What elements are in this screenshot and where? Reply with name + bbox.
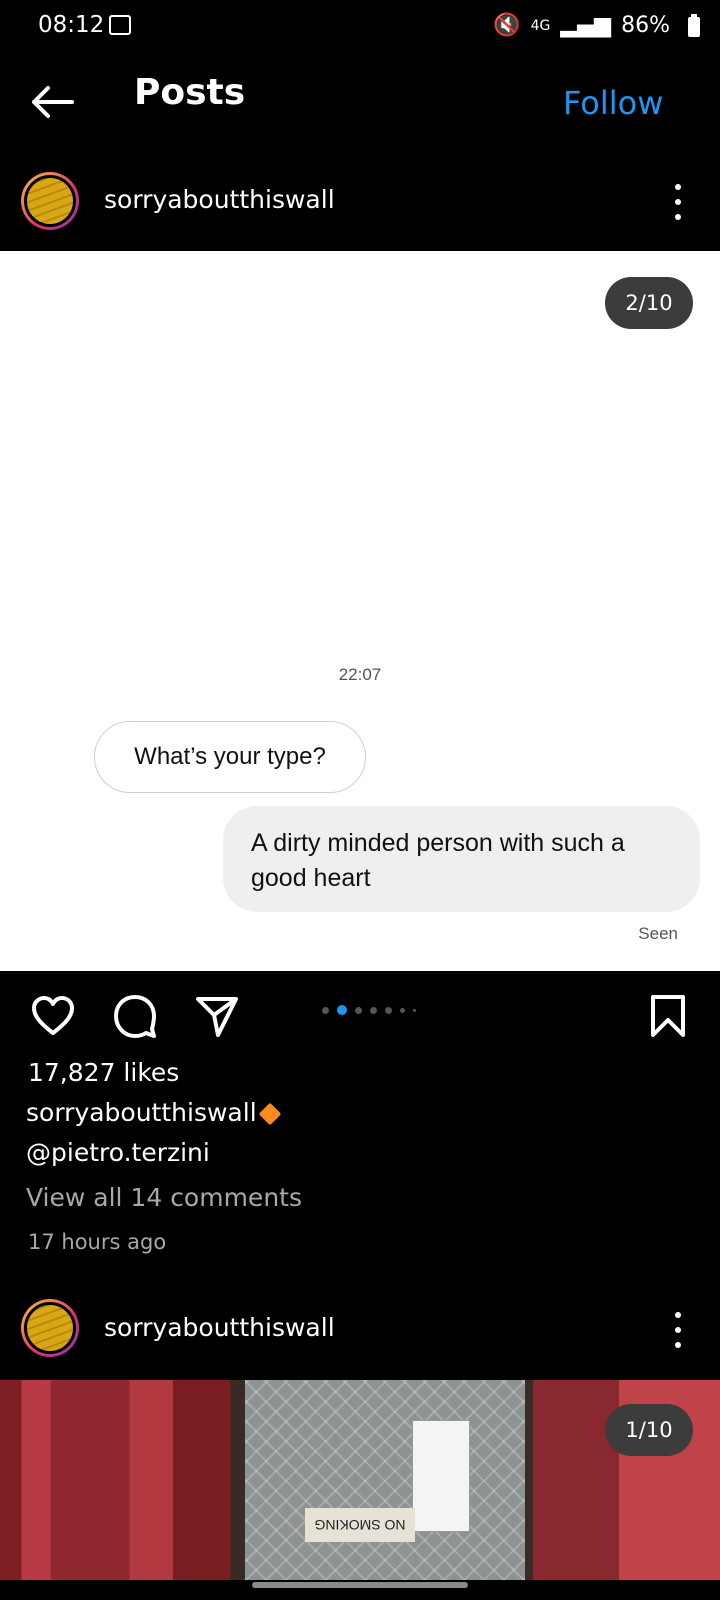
comment-button[interactable] (112, 993, 158, 1039)
carousel-indicator (322, 1005, 416, 1015)
gallery-notification-icon (109, 15, 131, 35)
incoming-message-bubble: What’s your type? (94, 721, 366, 793)
outgoing-message-bubble: A dirty minded person with such a good h… (223, 806, 700, 912)
like-button[interactable] (30, 993, 76, 1039)
battery-text: 86% (621, 13, 670, 38)
carousel-dot (322, 1006, 329, 1014)
post-time: 17 hours ago (28, 1230, 167, 1254)
page-title: Posts (134, 72, 246, 113)
caption-username[interactable]: sorryaboutthiswall (26, 1098, 257, 1127)
share-button[interactable] (194, 993, 240, 1039)
carousel-dot (413, 1008, 416, 1012)
carousel-dot (355, 1006, 362, 1014)
comment-icon (114, 995, 156, 1038)
more-options-button[interactable] (668, 1312, 688, 1348)
send-icon (196, 997, 238, 1037)
follow-button[interactable]: Follow (563, 84, 663, 122)
window-glass (245, 1380, 525, 1580)
chat-timestamp: 22:07 (338, 665, 382, 684)
back-button[interactable] (28, 82, 78, 122)
battery-icon (688, 14, 700, 37)
caption-mention[interactable]: @pietro.terzini (26, 1138, 210, 1167)
post-username[interactable]: sorryaboutthiswall (104, 185, 335, 214)
carousel-dot (370, 1006, 377, 1014)
avatar-image (24, 175, 76, 227)
signal-icon: ▂▄▆ (560, 13, 612, 38)
kebab-dot-icon (675, 184, 681, 190)
carousel-dot-active (337, 1005, 347, 1015)
post-image[interactable]: 2/10 22:07 What’s your type? A dirty min… (0, 251, 720, 971)
more-options-button[interactable] (668, 184, 688, 220)
likes-count[interactable]: 17,827 likes (28, 1058, 179, 1087)
back-arrow-icon (32, 86, 74, 118)
avatar[interactable] (21, 172, 79, 230)
no-smoking-sign: NO SMOKING (305, 1508, 415, 1542)
avatar-image (24, 1302, 76, 1354)
seen-status: Seen (638, 924, 678, 943)
status-bar: 08:12 🔇 4G ▂▄▆ 86% (0, 0, 720, 52)
parking-sign (412, 1420, 470, 1532)
carousel-dot (385, 1006, 392, 1014)
avatar[interactable] (21, 1299, 79, 1357)
kebab-dot-icon (675, 1312, 681, 1318)
carousel-counter: 1/10 (605, 1404, 693, 1456)
heart-icon (32, 996, 74, 1035)
diamond-emoji-icon (258, 1102, 282, 1126)
status-right-icons: 🔇 4G ▂▄▆ 86% (493, 13, 670, 38)
carousel-dot (400, 1007, 405, 1013)
carousel-counter: 2/10 (605, 277, 693, 329)
network-type: 4G (530, 17, 551, 34)
mute-icon: 🔇 (493, 13, 521, 38)
gesture-nav-bar[interactable] (252, 1582, 468, 1588)
bookmark-icon (651, 995, 685, 1037)
view-comments-link[interactable]: View all 14 comments (26, 1183, 302, 1212)
save-button[interactable] (645, 993, 691, 1039)
post-username[interactable]: sorryaboutthiswall (104, 1313, 335, 1342)
status-time: 08:12 (38, 12, 105, 38)
